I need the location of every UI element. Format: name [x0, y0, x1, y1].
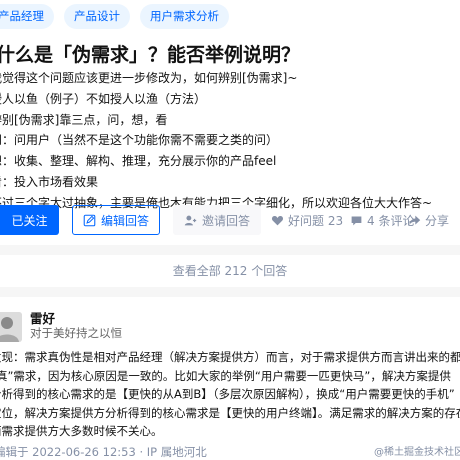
avatar[interactable]: [0, 312, 22, 342]
question-detail-line: 想：收集、整理、解构、推理，充分展示你的产品feel: [0, 154, 277, 169]
question-detail-line: 辨别[伪需求]靠三点，问，想，看: [0, 112, 168, 127]
answer-line: “真”需求，因为核心原因是一致的。比如大家的举例“用户需要一匹更快马”，解决方案…: [0, 368, 451, 383]
invite-answer-button[interactable]: 邀请回答: [173, 205, 261, 235]
question-detail-line: 问：问用户（当然不是这个功能你需不需要之类的问）: [0, 133, 279, 148]
heart-icon: [271, 215, 284, 225]
view-all-answers-link[interactable]: 查看全部 212 个回答: [0, 262, 460, 279]
question-detail-line: 授人以鱼（例子）不如授人以渔（方法）: [0, 91, 207, 106]
follow-label: 已关注: [11, 213, 48, 228]
invite-user-icon: [184, 215, 197, 225]
question-detail-line: 看：投入市场看效果: [0, 174, 99, 189]
comment-icon: [351, 215, 362, 225]
section-divider: [0, 287, 460, 297]
invite-answer-label: 邀请回答: [201, 213, 250, 228]
pencil-icon: [83, 214, 96, 226]
topic-tags: 产品经理 产品设计 用户需求分析: [0, 4, 229, 29]
question-title[interactable]: 什么是「伪需求」？能否举例说明？: [0, 40, 300, 67]
answer-line: 定位，解决方案提供方分析得到的核心需求是【更快的用户终端】。满足需求的解决方案的…: [0, 405, 460, 420]
answer-content: 发现：需求真伪性是相对产品经理（解决方案提供方）而言，对于需求提供方而言讲出来的…: [0, 348, 460, 441]
edit-timestamp[interactable]: 编辑于 2022-06-26 12:53 · IP 属地河北: [0, 444, 207, 460]
share-icon: [409, 215, 421, 225]
topic-tag[interactable]: 产品经理: [0, 4, 54, 29]
share-button[interactable]: 分享: [408, 205, 449, 235]
good-question-button[interactable]: 好问题 23: [271, 205, 343, 235]
author-bio: 对于美好持之以恒: [30, 326, 122, 340]
topic-tag[interactable]: 产品设计: [64, 4, 130, 29]
answer-line: 而需求提供方大多数时候不关心。: [0, 424, 163, 438]
question-detail-line: 我觉得这个问题应该更进一步修改为，如何辨别[伪需求]~: [0, 71, 298, 85]
comments-button[interactable]: 4 条评论: [350, 205, 414, 235]
share-label: 分享: [425, 213, 450, 228]
edit-answer-label: 编辑回答: [100, 213, 149, 228]
edit-answer-button[interactable]: 编辑回答: [72, 205, 160, 235]
good-question-label: 好问题 23: [288, 213, 344, 228]
question-detail: 我觉得这个问题应该更进一步修改为，如何辨别[伪需求]~ 授人以鱼（例子）不如授人…: [0, 68, 460, 214]
question-actions: 已关注 编辑回答 邀请回答 好问题 23 4 条评论 分享: [0, 205, 460, 235]
follow-button[interactable]: 已关注: [0, 205, 59, 235]
answer-line: 分析得到的核心需求的是【更快的从A到B】（多层次原因解构），换成“用户需要更快的…: [0, 387, 455, 401]
section-divider: [0, 245, 460, 255]
avatar-image: [0, 312, 22, 342]
watermark: @稀土掘金技术社区: [374, 447, 460, 458]
topic-tag[interactable]: 用户需求分析: [140, 4, 229, 29]
answer-line: 发现：需求真伪性是相对产品经理（解决方案提供方）而言，对于需求提供方而言讲出来的…: [0, 350, 460, 364]
